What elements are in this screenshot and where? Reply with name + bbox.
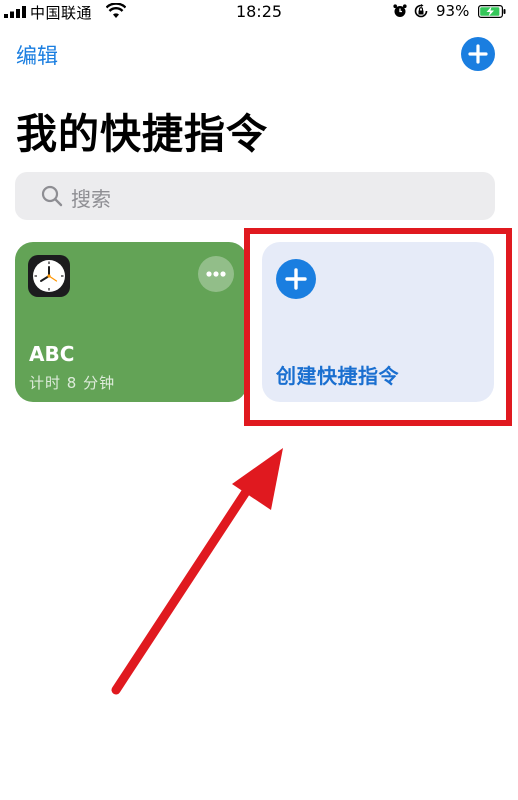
orientation-lock-icon — [414, 4, 428, 18]
clock-icon — [28, 255, 70, 297]
shortcut-title: ABC — [29, 342, 75, 366]
shortcut-subtitle: 计时 8 分钟 — [29, 374, 116, 392]
add-shortcut-button[interactable] — [461, 37, 495, 71]
plus-circle-icon — [468, 44, 488, 64]
search-input[interactable]: 搜索 — [15, 172, 495, 220]
search-icon — [41, 185, 63, 207]
more-options-button[interactable] — [198, 256, 234, 292]
annotation-highlight-box — [244, 228, 512, 426]
battery-charging-icon — [478, 5, 506, 18]
shortcut-card-abc[interactable]: ABC 计时 8 分钟 — [15, 242, 247, 402]
status-bar: 中国联通 18:25 93% — [0, 0, 518, 24]
ellipsis-icon — [206, 271, 226, 277]
battery-percent: 93% — [436, 2, 470, 20]
page-title: 我的快捷指令 — [16, 110, 268, 158]
alarm-icon — [393, 4, 407, 17]
edit-button[interactable]: 编辑 — [16, 40, 58, 70]
search-placeholder: 搜索 — [71, 187, 111, 211]
